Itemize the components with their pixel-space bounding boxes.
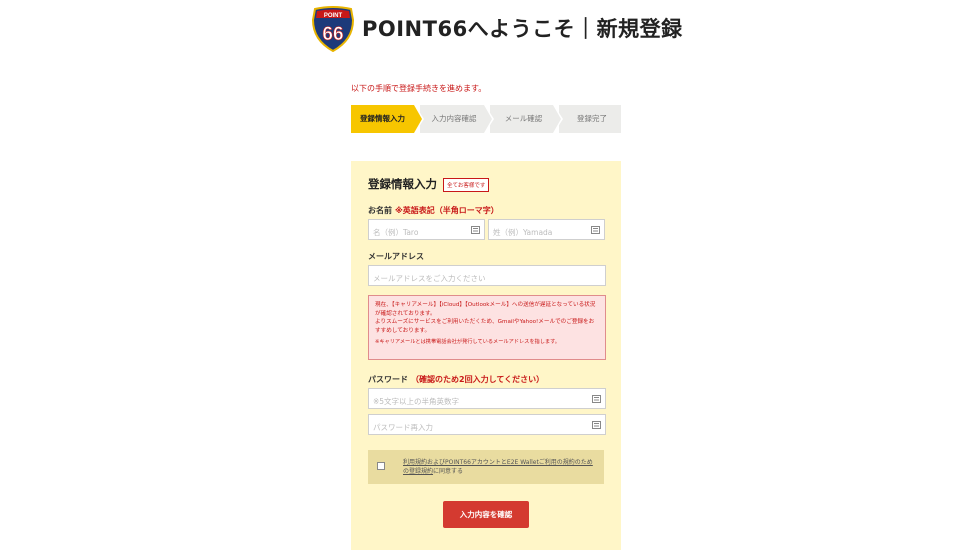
first-name-field[interactable] — [368, 219, 485, 242]
intro-text: 以下の手順で登録手続きを進めます。 — [351, 84, 487, 93]
keyboard-icon[interactable] — [592, 395, 601, 403]
step-complete: 登録完了 — [559, 105, 621, 133]
step-email-confirm: メール確認 — [490, 105, 563, 133]
keyboard-icon[interactable] — [591, 226, 600, 234]
terms-link[interactable]: 利用規約およびPOINT66アカウントとE2E Walletご利用の規約のための… — [403, 459, 593, 475]
first-name-input[interactable] — [369, 223, 484, 242]
warning-line-2: よりスムーズにサービスをご利用いただくため、GmailやYahoo!メールでのご… — [375, 319, 595, 334]
terms-text: 利用規約およびPOINT66アカウントとE2E Walletご利用の規約のための… — [403, 458, 595, 476]
step-registration-input: 登録情報入力 — [351, 105, 424, 133]
password-field[interactable] — [368, 388, 606, 411]
email-field[interactable] — [368, 265, 606, 288]
name-label: お名前 ※英語表記（半角ローマ字） — [368, 206, 499, 215]
email-warning: 現在、【キャリアメール】【iCloud】【Outlookメール】への送信が遅延と… — [368, 295, 606, 360]
last-name-field[interactable] — [488, 219, 605, 242]
page-title: POINT66へようこそ｜新規登録 — [362, 17, 683, 41]
email-input[interactable] — [369, 269, 605, 288]
keyboard-icon[interactable] — [471, 226, 480, 234]
name-note: ※英語表記（半角ローマ字） — [395, 206, 499, 215]
password-note: （確認のため2回入力してください） — [411, 375, 545, 384]
progress-steps: 登録情報入力 入力内容確認 メール確認 登録完了 — [351, 105, 621, 133]
password-confirm-input[interactable] — [369, 418, 605, 437]
form-title: 登録情報入力 — [368, 177, 437, 191]
step-confirm-input: 入力内容確認 — [420, 105, 494, 133]
required-badge: 全てお客様です — [443, 178, 490, 192]
warning-line-3: ※キャリアメールとは携帯電話会社が発行しているメールアドレスを指します。 — [375, 339, 560, 346]
keyboard-icon[interactable] — [592, 421, 601, 429]
terms-agreement: 利用規約およびPOINT66アカウントとE2E Walletご利用の規約のための… — [368, 450, 604, 484]
page-header: POINT 66 POINT66へようこそ｜新規登録 — [0, 0, 960, 60]
password-confirm-field[interactable] — [368, 414, 606, 437]
warning-line-1: 現在、【キャリアメール】【iCloud】【Outlookメール】への送信が遅延と… — [375, 302, 596, 317]
svg-text:66: 66 — [322, 24, 343, 45]
confirm-button[interactable]: 入力内容を確認 — [443, 501, 529, 528]
email-label: メールアドレス — [368, 252, 424, 261]
last-name-input[interactable] — [489, 223, 604, 242]
password-input[interactable] — [369, 392, 605, 411]
terms-suffix: に同意する — [433, 468, 464, 475]
terms-checkbox[interactable] — [377, 462, 385, 470]
svg-text:POINT: POINT — [324, 13, 343, 19]
point66-logo[interactable]: POINT 66 — [311, 6, 355, 52]
registration-form: 登録情報入力 全てお客様です お名前※英語表記（半角ローマ字） メールアドレス … — [351, 161, 621, 550]
password-label: パスワード （確認のため2回入力してください） — [368, 375, 545, 384]
